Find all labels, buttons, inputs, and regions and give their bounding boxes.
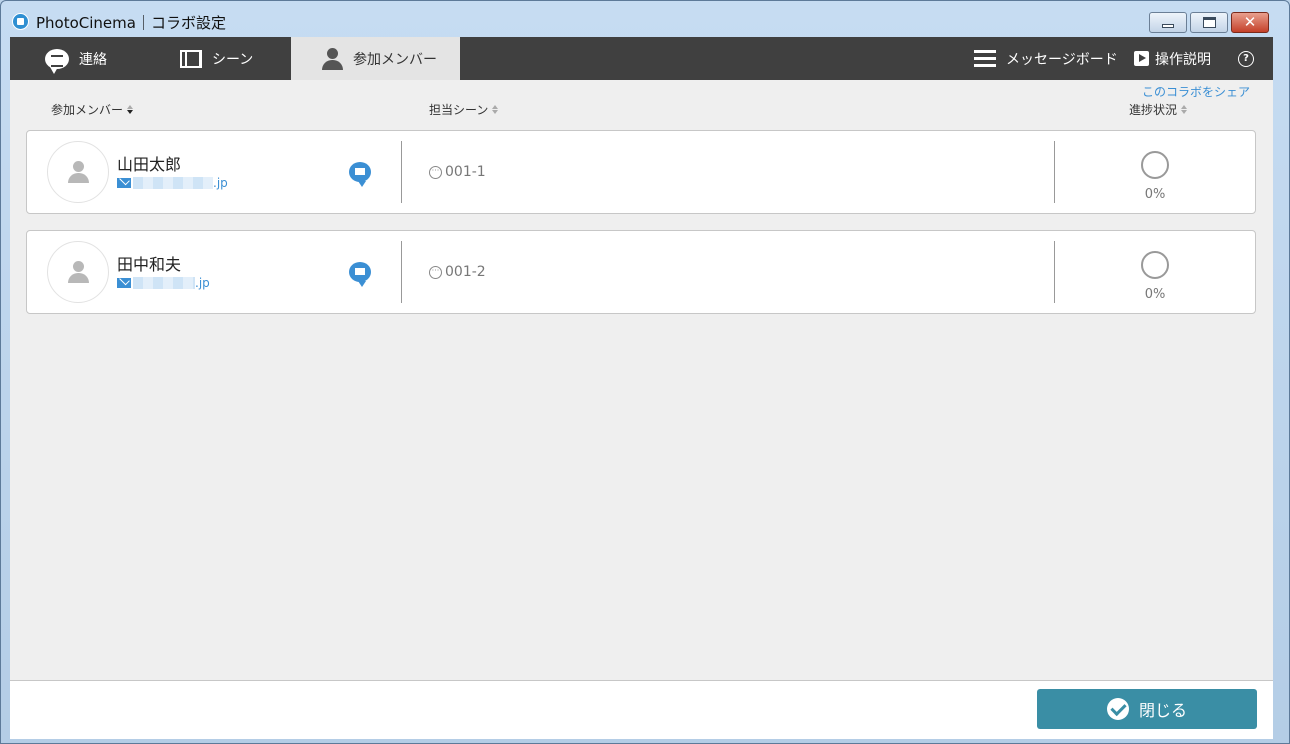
progress-text: 0% [1144, 287, 1166, 302]
avatar [47, 141, 109, 203]
more-icon: ··· [429, 165, 442, 179]
redacted-email [133, 177, 213, 189]
maximize-icon [1202, 17, 1216, 28]
message-button[interactable] [349, 162, 371, 187]
divider [1054, 141, 1055, 203]
share-collab-link[interactable]: このコラボをシェア [1142, 83, 1250, 100]
member-row: 山田太郎 .jp ··· 001-1 0% [26, 130, 1256, 214]
footer-bar: 閉じる [10, 680, 1273, 739]
progress-text: 0% [1144, 187, 1166, 202]
close-icon: ✕ [1243, 13, 1257, 31]
scene-label: 001-2 [445, 264, 486, 280]
avatar [47, 241, 109, 303]
scene-label: 001-1 [445, 164, 486, 180]
sort-icon [1181, 105, 1188, 114]
message-board-label: メッセージボード [1006, 51, 1118, 68]
minimize-button[interactable] [1149, 12, 1187, 33]
divider [401, 241, 402, 303]
nav-bar: 連絡 シーン 参加メンバー メッセージボード 操作説明 ? [10, 37, 1273, 80]
member-name: 山田太郎 [117, 155, 182, 174]
close-button[interactable]: 閉じる [1037, 689, 1257, 729]
member-name: 田中和夫 [117, 255, 182, 274]
question-button[interactable]: ? [1238, 37, 1258, 80]
play-icon [1134, 51, 1149, 66]
title-bar: PhotoCinema｜コラボ設定 ✕ [1, 1, 1289, 37]
person-icon [321, 47, 343, 70]
column-header-progress[interactable]: 進捗状況 [1129, 101, 1188, 118]
tab-contact-label: 連絡 [79, 51, 107, 68]
help-button[interactable]: 操作説明 [1134, 37, 1224, 80]
window-title: PhotoCinema｜コラボ設定 [36, 14, 226, 32]
column-header-members[interactable]: 参加メンバー [51, 101, 134, 118]
tab-scene-label: シーン [212, 51, 254, 68]
maximize-button[interactable] [1190, 12, 1228, 33]
film-icon [180, 49, 202, 68]
list-icon [974, 49, 996, 69]
column-progress-label: 進捗状況 [1129, 103, 1178, 117]
column-members-label: 参加メンバー [51, 103, 124, 117]
mail-icon [117, 178, 131, 188]
close-button-label: 閉じる [1138, 701, 1187, 720]
sort-icon [492, 105, 499, 114]
assigned-scene: ··· 001-2 [429, 264, 486, 280]
question-icon: ? [1238, 50, 1254, 67]
progress-ring [1141, 251, 1169, 279]
message-button[interactable] [349, 262, 371, 287]
client-area: 連絡 シーン 参加メンバー メッセージボード 操作説明 ? このコラボをシェア … [10, 37, 1273, 739]
divider [1054, 241, 1055, 303]
help-label: 操作説明 [1155, 51, 1211, 68]
member-row: 田中和夫 .jp ··· 001-2 0% [26, 230, 1256, 314]
assigned-scene: ··· 001-1 [429, 164, 486, 180]
tab-contact[interactable]: 連絡 [45, 37, 185, 80]
member-email[interactable]: .jp [117, 176, 228, 190]
tab-scene[interactable]: シーン [180, 37, 300, 80]
progress-ring [1141, 151, 1169, 179]
app-icon [12, 13, 29, 30]
member-email[interactable]: .jp [117, 276, 210, 290]
minimize-icon [1162, 23, 1174, 28]
app-window: PhotoCinema｜コラボ設定 ✕ 連絡 シーン 参加メンバー メッセージボ… [0, 0, 1290, 744]
redacted-email [133, 277, 195, 289]
email-suffix: .jp [213, 176, 228, 190]
tab-members-label: 参加メンバー [353, 51, 437, 68]
column-scene-label: 担当シーン [429, 103, 489, 117]
message-board-button[interactable]: メッセージボード [974, 37, 1124, 80]
divider [401, 141, 402, 203]
close-window-button[interactable]: ✕ [1231, 12, 1269, 33]
email-suffix: .jp [195, 276, 210, 290]
mail-icon [117, 278, 131, 288]
chat-icon [45, 48, 69, 74]
more-icon: ··· [429, 265, 442, 279]
sort-icon [127, 105, 134, 114]
check-icon [1106, 698, 1129, 720]
column-header-scene[interactable]: 担当シーン [429, 101, 499, 118]
tab-members[interactable]: 参加メンバー [291, 37, 460, 80]
